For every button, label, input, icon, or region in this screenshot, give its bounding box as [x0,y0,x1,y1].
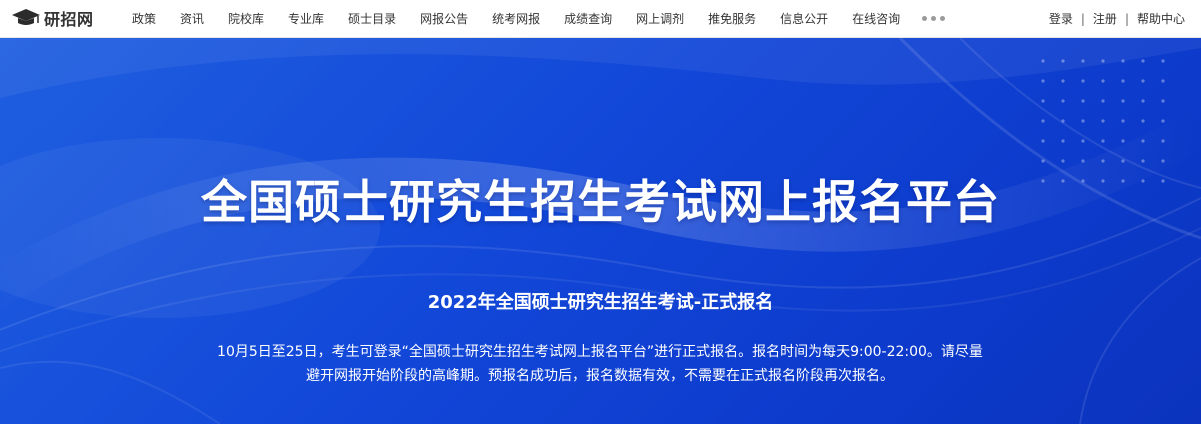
hero-description: 10月5日至25日，考生可登录“全国硕士研究生招生考试网上报名平台”进行正式报名… [150,340,1050,388]
account-links: 登录 | 注册 | 帮助中心 [1049,0,1185,37]
nav-item-master-catalog[interactable]: 硕士目录 [336,10,408,27]
nav-item-news[interactable]: 资讯 [168,10,216,27]
more-dot [931,16,937,21]
login-link[interactable]: 登录 [1049,10,1073,27]
more-dots-icon[interactable] [912,9,946,29]
nav-item-policy[interactable]: 政策 [120,10,168,27]
main-nav: 政策 资讯 院校库 专业库 硕士目录 网报公告 统考网报 成绩查询 网上调剂 推… [120,0,946,37]
help-center-link[interactable]: 帮助中心 [1137,10,1185,27]
more-dot [922,16,928,21]
nav-item-score-query[interactable]: 成绩查询 [552,10,624,27]
nav-item-major-library[interactable]: 专业库 [276,10,336,27]
description-line: 避开网报开始阶段的高峰期。预报名成功后，报名数据有效，不需要在正式报名阶段再次报… [306,368,894,384]
hero-subtitle: 2022年全国硕士研究生招生考试-正式报名 [427,292,774,313]
nav-item-online-consult[interactable]: 在线咨询 [840,10,912,27]
more-dot [940,16,946,21]
top-navigation-bar: 研招网 政策 资讯 院校库 专业库 硕士目录 网报公告 统考网报 成绩查询 网上… [0,0,1201,38]
description-line: 10月5日至25日，考生可登录“全国硕士研究生招生考试网上报名平台”进行正式报名… [217,344,983,360]
nav-item-info-disclosure[interactable]: 信息公开 [768,10,840,27]
graduation-cap-icon [12,9,40,25]
nav-item-online-adjustment[interactable]: 网上调剂 [624,10,696,27]
separator: | [1124,11,1129,26]
site-logo[interactable]: 研招网 [10,6,94,30]
nav-item-exempt-service[interactable]: 推免服务 [696,10,768,27]
hero-banner: 全国硕士研究生招生考试网上报名平台 2022年全国硕士研究生招生考试-正式报名 … [0,38,1201,424]
page-title: 全国硕士研究生招生考试网上报名平台 [201,175,1000,229]
brand-name: 研招网 [44,10,94,29]
nav-item-registration-notice[interactable]: 网报公告 [408,10,480,27]
separator: | [1080,11,1085,26]
nav-item-exam-registration[interactable]: 统考网报 [480,10,552,27]
nav-item-school-library[interactable]: 院校库 [216,10,276,27]
register-link[interactable]: 注册 [1093,10,1117,27]
